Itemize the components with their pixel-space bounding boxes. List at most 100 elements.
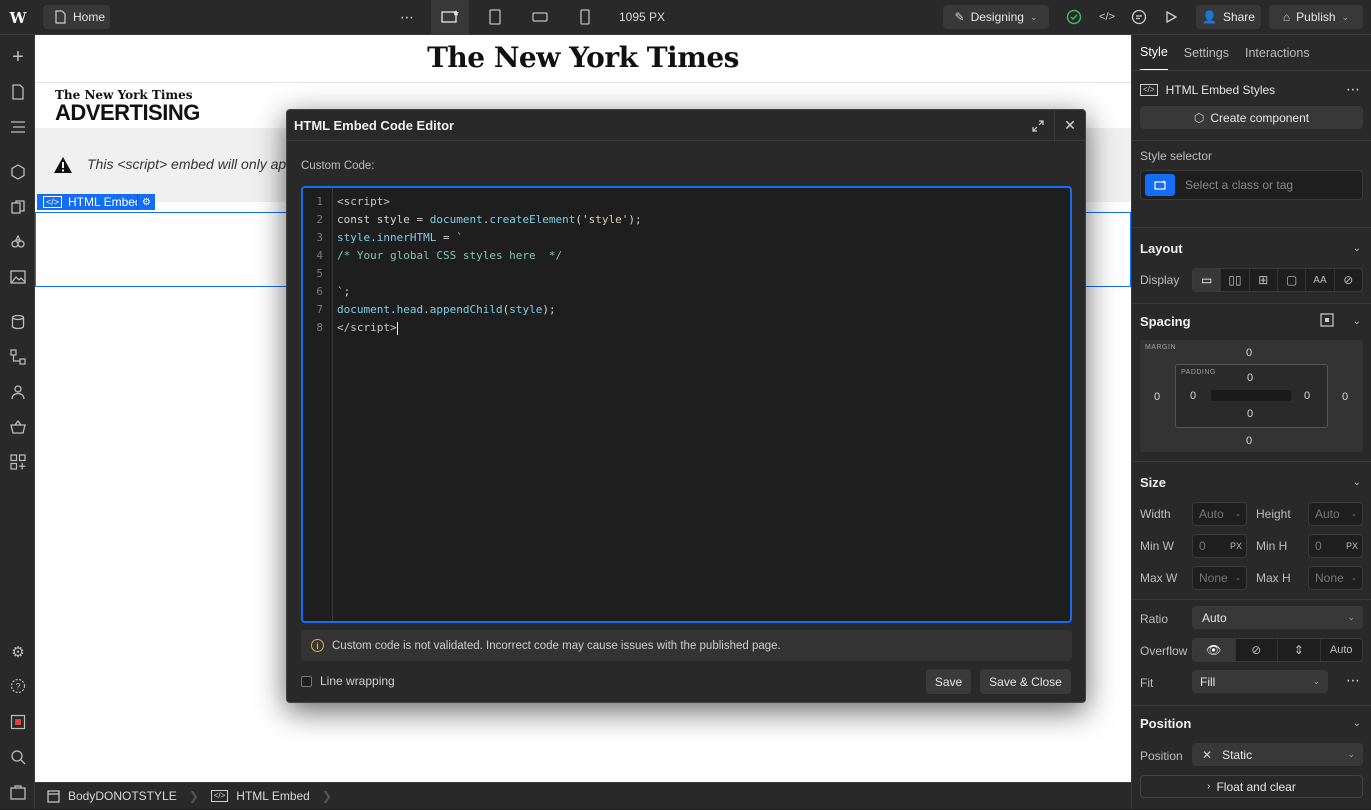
desktop-breakpoint-button[interactable]	[431, 0, 469, 34]
style-selector-input[interactable]: Select a class or tag	[1140, 170, 1363, 200]
display-inline-block-icon[interactable]: ▢	[1278, 269, 1307, 291]
mode-dropdown[interactable]: ✎ Designing ⌄	[943, 5, 1049, 29]
navigator-icon[interactable]	[8, 117, 28, 137]
components-icon[interactable]	[8, 162, 28, 182]
logic-flow-icon[interactable]	[8, 347, 28, 367]
cms-database-icon[interactable]	[8, 312, 28, 332]
apps-icon[interactable]	[8, 452, 28, 472]
min-height-unit[interactable]: PX	[1346, 541, 1358, 551]
code-icon[interactable]: </>	[1098, 9, 1116, 25]
mobile-portrait-breakpoint-button[interactable]	[566, 0, 604, 34]
chevron-down-icon[interactable]: ⌄	[1353, 718, 1361, 729]
line-wrapping-checkbox[interactable]	[301, 675, 312, 687]
line-number: 4	[316, 249, 323, 262]
overflow-hidden-icon[interactable]: ⊘	[1236, 639, 1278, 661]
code-editor[interactable]: 1 2 3 4 5 6 7 8 <script> const style = d…	[301, 186, 1072, 623]
float-and-clear-button[interactable]: › Float and clear	[1140, 775, 1363, 798]
size-section-title[interactable]: Size	[1140, 475, 1166, 490]
chevron-down-icon[interactable]: ⌄	[1353, 477, 1361, 488]
ratio-select[interactable]: Auto ⌄	[1192, 606, 1363, 629]
height-input[interactable]: Auto -	[1308, 502, 1363, 526]
layout-section-title[interactable]: Layout	[1140, 241, 1183, 256]
comment-icon[interactable]	[1131, 9, 1147, 25]
share-button[interactable]: 👤 Share	[1196, 5, 1261, 29]
save-and-close-button[interactable]: Save & Close	[980, 669, 1071, 694]
tablet-breakpoint-button[interactable]	[476, 0, 514, 34]
width-input[interactable]: Auto -	[1192, 502, 1247, 526]
create-component-button[interactable]: ⬡ Create component	[1140, 106, 1363, 129]
display-flex-icon[interactable]: ▯▯	[1221, 269, 1250, 291]
display-block-icon[interactable]: ▭	[1193, 269, 1222, 291]
line-wrapping-toggle[interactable]: Line wrapping	[301, 674, 395, 688]
preview-play-icon[interactable]	[1163, 9, 1179, 25]
display-segmented-control[interactable]: ▭ ▯▯ ⊞ ▢ AA ⊘	[1192, 268, 1363, 292]
expand-icon[interactable]	[1029, 117, 1047, 135]
margin-top-value[interactable]: 0	[1246, 347, 1252, 359]
add-icon[interactable]: +	[8, 46, 28, 68]
more-options-icon[interactable]: ⋯	[1346, 672, 1360, 689]
publish-button[interactable]: ⌂ Publish ⌄	[1269, 5, 1363, 29]
margin-bottom-value[interactable]: 0	[1246, 435, 1252, 447]
help-icon[interactable]: ?	[8, 676, 28, 696]
margin-left-value[interactable]: 0	[1154, 391, 1160, 403]
spacing-presets-icon[interactable]	[1320, 313, 1336, 329]
padding-top-value[interactable]: 0	[1247, 372, 1253, 384]
spacing-section-title[interactable]: Spacing	[1140, 314, 1191, 329]
tab-style[interactable]: Style	[1140, 35, 1168, 70]
style-selector-label: Style selector	[1140, 149, 1213, 163]
more-options-icon[interactable]: ⋯	[1346, 81, 1360, 98]
more-icon[interactable]: ⋯	[398, 9, 416, 25]
style-drops-icon[interactable]	[8, 232, 28, 252]
page-selector-button[interactable]: Home	[43, 5, 110, 29]
margin-right-value[interactable]: 0	[1342, 391, 1348, 403]
max-width-input[interactable]: None -	[1192, 566, 1247, 590]
overflow-segmented-control[interactable]: 👁 ⊘ ⇕ Auto	[1192, 638, 1363, 662]
panel-tabs: Style Settings Interactions	[1132, 35, 1371, 70]
fit-select[interactable]: Fill ⌄	[1192, 670, 1328, 693]
position-section-title[interactable]: Position	[1140, 716, 1191, 731]
save-button[interactable]: Save	[926, 669, 971, 694]
padding-bottom-value[interactable]: 0	[1247, 408, 1253, 420]
chevron-down-icon[interactable]: ⌄	[1353, 243, 1361, 254]
breadcrumb-item-html-embed[interactable]: </> HTML Embed	[199, 783, 322, 810]
padding-right-value[interactable]: 0	[1304, 390, 1310, 402]
max-height-unit[interactable]: -	[1352, 571, 1356, 585]
webflow-logo[interactable]: W	[9, 9, 27, 27]
overflow-auto-option[interactable]: Auto	[1321, 639, 1363, 661]
search-icon[interactable]	[8, 747, 28, 767]
line-number-gutter: 1 2 3 4 5 6 7 8	[303, 188, 333, 621]
ecommerce-basket-icon[interactable]	[8, 417, 28, 437]
html-embed-element-label[interactable]: </> HTML Embed	[37, 194, 148, 210]
media-icon[interactable]	[8, 783, 28, 803]
assets-image-icon[interactable]	[8, 267, 28, 287]
embed-settings-gear-icon[interactable]: ⚙	[137, 194, 155, 210]
tab-interactions[interactable]: Interactions	[1245, 35, 1310, 70]
record-icon[interactable]	[8, 712, 28, 732]
close-icon[interactable]: ✕	[1054, 110, 1085, 141]
mobile-landscape-breakpoint-button[interactable]	[521, 0, 559, 34]
min-height-input[interactable]: 0 PX	[1308, 534, 1363, 558]
pages-icon[interactable]	[8, 82, 28, 102]
users-icon[interactable]	[8, 382, 28, 402]
variables-icon[interactable]	[8, 197, 28, 217]
chevron-down-icon[interactable]: ⌄	[1353, 316, 1361, 327]
height-unit[interactable]: -	[1352, 507, 1356, 521]
display-inline-icon[interactable]: AA	[1306, 269, 1335, 291]
settings-gear-icon[interactable]: ⚙	[8, 642, 28, 662]
display-none-icon[interactable]: ⊘	[1335, 269, 1362, 291]
min-width-input[interactable]: 0 PX	[1192, 534, 1247, 558]
code-line-8: </script>	[337, 321, 398, 335]
min-width-unit[interactable]: PX	[1230, 541, 1242, 551]
display-grid-icon[interactable]: ⊞	[1250, 269, 1278, 291]
position-select[interactable]: ✕ Static ⌄	[1192, 743, 1363, 766]
status-check-icon[interactable]	[1066, 9, 1082, 25]
padding-left-value[interactable]: 0	[1190, 390, 1196, 402]
max-width-unit[interactable]: -	[1236, 571, 1240, 585]
width-unit[interactable]: -	[1236, 507, 1240, 521]
overflow-scroll-icon[interactable]: ⇕	[1278, 639, 1321, 661]
breadcrumb-item-body[interactable]: BodyDONOTSTYLE	[35, 783, 189, 810]
tab-settings[interactable]: Settings	[1184, 35, 1229, 70]
overflow-visible-eye-icon[interactable]: 👁	[1193, 639, 1236, 661]
max-height-input[interactable]: None -	[1308, 566, 1363, 590]
